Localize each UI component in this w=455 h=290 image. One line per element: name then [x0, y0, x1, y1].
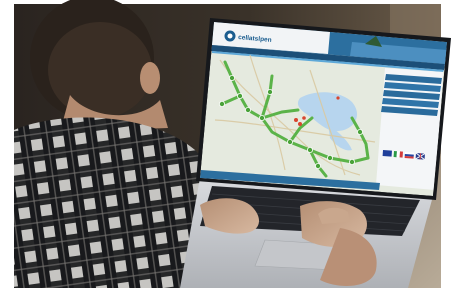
flag-eu-icon: [382, 150, 392, 157]
flag-it-icon: [393, 151, 403, 158]
flag-uk-icon: [415, 152, 426, 161]
sidebar-menu: [381, 74, 442, 116]
photo-scene: cellatslpen: [0, 0, 455, 290]
screen-content: cellatslpen: [200, 22, 447, 196]
flag-si-icon: [404, 152, 414, 159]
